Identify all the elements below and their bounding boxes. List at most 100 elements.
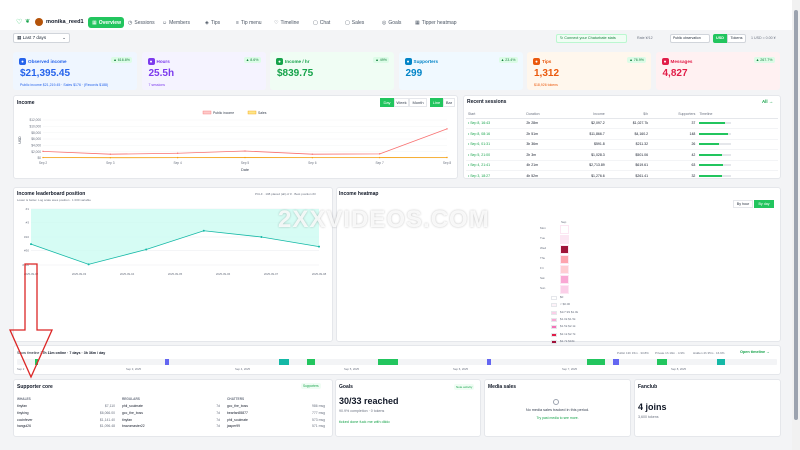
col-timeline[interactable]: Timeline bbox=[697, 111, 778, 119]
data-point[interactable] bbox=[311, 156, 314, 159]
kpi-card[interactable]: ● Observed income $21,395.45 ▲ 616.8% Public… bbox=[13, 52, 137, 90]
supporter-name[interactable]: cocinfever bbox=[17, 418, 32, 422]
data-point[interactable] bbox=[42, 156, 44, 159]
list-item[interactable]: phil_soulmate 573 msg bbox=[227, 418, 325, 422]
supporter-name[interactable]: bravomaster22 bbox=[122, 424, 145, 428]
data-point[interactable] bbox=[446, 156, 448, 159]
avatar[interactable] bbox=[35, 18, 43, 26]
username[interactable]: monika_reed1 bbox=[46, 19, 84, 25]
legend-label[interactable]: Public income bbox=[213, 111, 234, 115]
currency-tokens-toggle[interactable]: Tokens bbox=[727, 34, 746, 43]
col-start[interactable]: Start bbox=[466, 111, 525, 119]
legend-swatch[interactable] bbox=[247, 110, 257, 115]
list-item[interactable]: gcc_the_boss 7d bbox=[122, 411, 220, 415]
all-sessions-link[interactable]: All → bbox=[762, 99, 773, 104]
supporter-name[interactable]: tinyking bbox=[17, 411, 29, 415]
legend-swatch[interactable] bbox=[202, 110, 212, 115]
legend-label[interactable]: Sales bbox=[258, 111, 267, 115]
timeline-segment[interactable] bbox=[717, 359, 725, 365]
list-item[interactable]: hangul26 $1,096.48 bbox=[17, 424, 115, 428]
supporter-name[interactable]: jasper99 bbox=[227, 424, 240, 428]
heatmap-cell[interactable] bbox=[560, 255, 569, 264]
supporter-name[interactable]: phil_soulmate bbox=[227, 418, 248, 422]
media-link[interactable]: Try past media to see more. bbox=[484, 416, 631, 420]
heatmap-cell[interactable] bbox=[560, 285, 569, 294]
data-point[interactable] bbox=[378, 153, 381, 155]
line-button[interactable]: Line bbox=[430, 98, 443, 107]
list-item[interactable]: tinyfan 7d bbox=[122, 418, 220, 422]
data-point[interactable] bbox=[109, 153, 112, 155]
table-row[interactable]: • Sep 8, 16:43 2h 28m $2,097.2 $1,027.7k 37 bbox=[466, 118, 778, 129]
heatmap-cell[interactable] bbox=[560, 235, 569, 244]
open-timeline-link[interactable]: Open timeline → bbox=[740, 350, 770, 354]
table-row[interactable]: • Sep 6, 01:31 3h 36m $591.8 $211.32 26 bbox=[466, 139, 778, 150]
kpi-card[interactable]: ● Tips 1,312 ▲ 76.9% $18,926 tokens bbox=[527, 52, 651, 90]
data-point[interactable] bbox=[244, 156, 246, 159]
tab-goals[interactable]: ◎ Goals bbox=[382, 17, 401, 28]
session-start[interactable]: • Sep 4, 21:41 bbox=[466, 160, 525, 171]
session-start[interactable]: • Sep 8, 08:16 bbox=[466, 128, 525, 140]
rate-select[interactable]: Public observation bbox=[670, 34, 710, 43]
timeline-segment[interactable] bbox=[279, 359, 289, 365]
heart-icon[interactable]: ♡ bbox=[16, 18, 22, 26]
tab-tipper-heatmap[interactable]: ▦ Tipper heatmap bbox=[415, 17, 457, 28]
timeline-segment[interactable] bbox=[657, 359, 667, 365]
data-point[interactable] bbox=[311, 153, 314, 155]
data-point[interactable] bbox=[145, 248, 148, 251]
goals-badge[interactable]: Note activity bbox=[454, 384, 475, 390]
month-button[interactable]: Month bbox=[409, 98, 427, 107]
date-range-select[interactable]: ▦ Last 7 days ⌄ bbox=[13, 33, 70, 43]
by-day-button[interactable]: By day bbox=[754, 200, 774, 208]
session-start[interactable]: • Sep 6, 01:31 bbox=[466, 139, 525, 150]
tab-chat[interactable]: ▢ Chat bbox=[313, 17, 330, 28]
data-point[interactable] bbox=[260, 236, 263, 238]
day-button[interactable]: Day bbox=[380, 98, 394, 107]
kpi-card[interactable]: ● Supporters 299 ▲ 23.4% bbox=[398, 52, 523, 90]
tab-tip-menu[interactable]: ≡ Tip menu bbox=[236, 17, 262, 28]
currency-usd-toggle[interactable]: USD bbox=[713, 34, 727, 43]
by-hour-button[interactable]: By hour bbox=[733, 200, 753, 208]
leaf-icon[interactable]: ❦ bbox=[25, 18, 30, 25]
list-item[interactable]: tinyking $6,066.00 bbox=[17, 411, 115, 415]
connect-stats-button[interactable]: ↻ Connect your Chaturbate stats bbox=[556, 34, 627, 43]
col-duration[interactable]: Duration bbox=[524, 111, 563, 119]
heatmap-cell[interactable] bbox=[560, 265, 569, 274]
list-item[interactable]: gcc_the_boss 986 msg bbox=[227, 404, 325, 408]
data-point[interactable] bbox=[446, 128, 448, 130]
list-item[interactable]: jasper99 571 msg bbox=[227, 424, 325, 428]
session-start[interactable]: • Sep 3, 18:27 bbox=[466, 170, 525, 182]
data-point[interactable] bbox=[87, 263, 90, 266]
list-item[interactable]: tinyfan $7,110 bbox=[17, 404, 115, 408]
timeline-segment[interactable] bbox=[165, 359, 169, 365]
col-supporters[interactable]: Supporters bbox=[650, 111, 698, 119]
list-item[interactable]: phil_soulmate 7d bbox=[122, 404, 220, 408]
supporters-badge[interactable]: Supporters bbox=[301, 383, 321, 389]
kpi-card[interactable]: ● Hours 25.5h ▲ 8.6% 7 sessions bbox=[141, 52, 266, 90]
heatmap-cell[interactable] bbox=[560, 275, 569, 284]
timeline-segment[interactable] bbox=[587, 359, 605, 365]
scrollbar-thumb[interactable] bbox=[794, 10, 798, 420]
goals-link[interactable]: ticked done fuck me with dildo bbox=[339, 420, 390, 424]
kpi-card[interactable]: ● Messages 4,827 ▲ 267.7% bbox=[655, 52, 780, 90]
table-row[interactable]: • Sep 4, 21:41 4h 21m $2,713.89 $619.61 63 bbox=[466, 160, 778, 171]
data-point[interactable] bbox=[176, 152, 179, 154]
session-start[interactable]: • Sep 8, 16:43 bbox=[466, 118, 525, 129]
data-point[interactable] bbox=[109, 156, 112, 159]
supporter-name[interactable]: bearfan55877 bbox=[227, 411, 248, 415]
tab-members[interactable]: ☺ Members bbox=[162, 17, 190, 28]
session-start[interactable]: • Sep 5, 21:00 bbox=[466, 149, 525, 161]
heatmap-cell[interactable] bbox=[560, 245, 569, 254]
table-row[interactable]: • Sep 8, 08:16 2h 51m $11,866.7 $4,160.2 148 bbox=[466, 128, 778, 140]
tab-sessions[interactable]: ◷ Sessions bbox=[128, 17, 155, 28]
timeline-segment[interactable] bbox=[613, 359, 619, 365]
data-point[interactable] bbox=[378, 156, 381, 159]
data-point[interactable] bbox=[202, 229, 205, 232]
supporter-name[interactable]: tinyfan bbox=[17, 404, 27, 408]
list-item[interactable]: cocinfever $1,141.40 bbox=[17, 418, 115, 422]
supporter-name[interactable]: hangul26 bbox=[17, 424, 31, 428]
bar-button[interactable]: Bar bbox=[443, 98, 455, 107]
list-item[interactable]: bearfan55877 777 msg bbox=[227, 411, 325, 415]
supporter-name[interactable]: gcc_the_boss bbox=[122, 411, 143, 415]
data-point[interactable] bbox=[42, 150, 44, 153]
supporter-name[interactable]: gcc_the_boss bbox=[227, 404, 248, 408]
